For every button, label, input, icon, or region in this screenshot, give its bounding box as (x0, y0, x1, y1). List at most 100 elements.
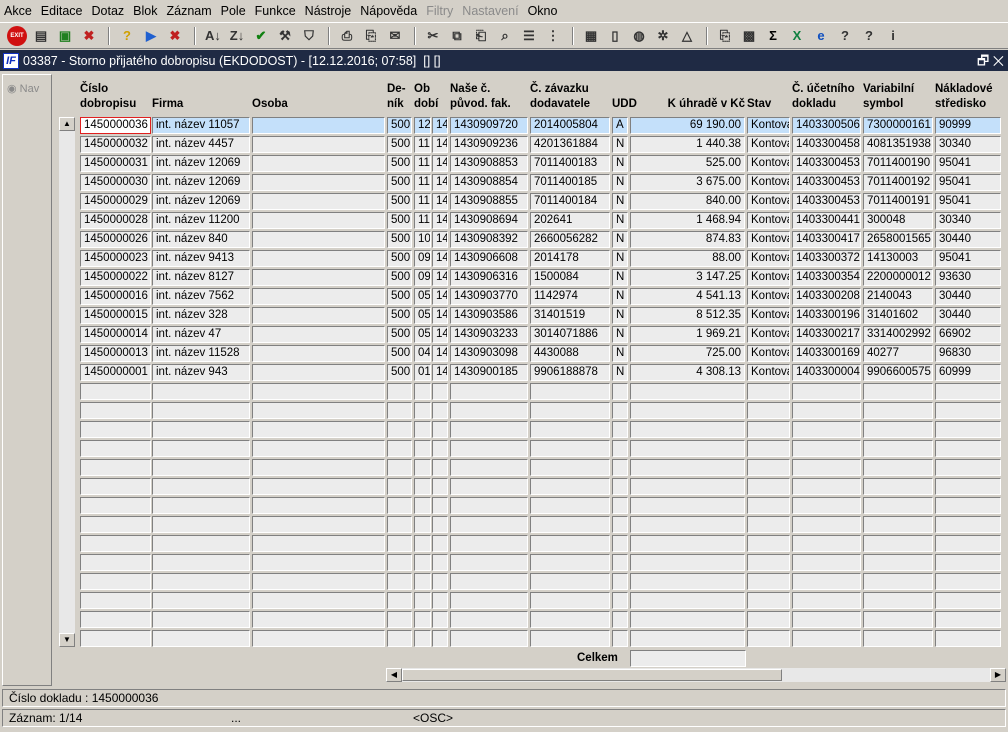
cell-11[interactable] (792, 440, 861, 457)
attach-icon[interactable]: ⎘ (714, 25, 736, 47)
cell-8[interactable]: N (612, 193, 628, 210)
cell-11[interactable] (792, 611, 861, 628)
cell-11[interactable]: 1403300004 (792, 364, 861, 381)
cell-13[interactable] (935, 478, 1001, 495)
cell-3[interactable]: 500 (387, 155, 412, 172)
cell-3[interactable]: 500 (387, 136, 412, 153)
cell-7[interactable] (530, 611, 610, 628)
horizontal-scrollbar[interactable]: ◀ ▶ (386, 668, 1006, 682)
copy-icon[interactable]: ⧉ (446, 25, 468, 47)
cell-4[interactable] (414, 573, 431, 590)
scroll-down-icon[interactable]: ▼ (59, 633, 75, 647)
cell-2[interactable] (252, 345, 385, 362)
cell-12[interactable]: 7011400191 (863, 193, 933, 210)
cell-11[interactable] (792, 516, 861, 533)
cell-3[interactable]: 500 (387, 326, 412, 343)
cell-11[interactable]: 1403300441 (792, 212, 861, 229)
cell-10[interactable] (747, 497, 790, 514)
list-icon[interactable]: ☰ (518, 25, 540, 47)
cell-9[interactable] (630, 535, 745, 552)
cell-9[interactable]: 4 308.13 (630, 364, 745, 381)
window-controls[interactable]: 🗗 ✕ (977, 52, 1004, 74)
cell-5[interactable]: 14 (432, 136, 448, 153)
settings-icon[interactable]: ✲ (652, 25, 674, 47)
cell-9[interactable]: 725.00 (630, 345, 745, 362)
cell-4[interactable]: 04 (414, 345, 431, 362)
cell-4[interactable]: 11 (414, 174, 431, 191)
cell-8[interactable]: N (612, 288, 628, 305)
cell-4[interactable]: 10 (414, 231, 431, 248)
cell-13[interactable] (935, 516, 1001, 533)
warning-icon[interactable]: △ (676, 25, 698, 47)
cell-0[interactable] (80, 516, 151, 533)
cell-5[interactable] (432, 402, 448, 419)
cell-13[interactable]: 60999 (935, 364, 1001, 381)
cell-13[interactable]: 95041 (935, 174, 1001, 191)
cell-2[interactable] (252, 630, 385, 647)
cell-5[interactable]: 14 (432, 193, 448, 210)
cell-13[interactable] (935, 611, 1001, 628)
cell-8[interactable] (612, 497, 628, 514)
cell-5[interactable]: 14 (432, 231, 448, 248)
cell-6[interactable]: 1430908853 (450, 155, 528, 172)
cell-6[interactable]: 1430903098 (450, 345, 528, 362)
cell-1[interactable]: int. název 4457 (152, 136, 250, 153)
cell-1[interactable] (152, 516, 250, 533)
cell-8[interactable]: N (612, 326, 628, 343)
cell-9[interactable]: 4 541.13 (630, 288, 745, 305)
cell-2[interactable] (252, 307, 385, 324)
cell-6[interactable] (450, 516, 528, 533)
cell-0[interactable] (80, 573, 151, 590)
cell-9[interactable] (630, 440, 745, 457)
cell-1[interactable] (152, 611, 250, 628)
cell-6[interactable] (450, 554, 528, 571)
menu-3[interactable]: Blok (133, 4, 157, 18)
cell-0[interactable]: 1450000022 (80, 269, 151, 286)
cell-12[interactable] (863, 592, 933, 609)
cell-10[interactable]: Kontová (747, 269, 790, 286)
cell-0[interactable] (80, 611, 151, 628)
menu-8[interactable]: Nápověda (360, 4, 417, 18)
help2-icon[interactable]: ? (858, 25, 880, 47)
tools-icon[interactable]: ⚒ (274, 25, 296, 47)
cell-3[interactable]: 500 (387, 231, 412, 248)
cell-12[interactable]: 7011400192 (863, 174, 933, 191)
cell-9[interactable] (630, 573, 745, 590)
cell-10[interactable] (747, 383, 790, 400)
cell-9[interactable] (630, 478, 745, 495)
cell-3[interactable] (387, 402, 412, 419)
cell-1[interactable] (152, 535, 250, 552)
cell-11[interactable] (792, 478, 861, 495)
cell-2[interactable] (252, 535, 385, 552)
cell-13[interactable] (935, 497, 1001, 514)
cell-4[interactable] (414, 402, 431, 419)
cell-4[interactable] (414, 535, 431, 552)
cell-12[interactable] (863, 478, 933, 495)
cell-9[interactable]: 3 147.25 (630, 269, 745, 286)
cell-5[interactable] (432, 440, 448, 457)
cell-2[interactable] (252, 174, 385, 191)
cell-11[interactable]: 1403300458 (792, 136, 861, 153)
cell-10[interactable] (747, 611, 790, 628)
cell-3[interactable] (387, 573, 412, 590)
cell-3[interactable]: 500 (387, 250, 412, 267)
cell-6[interactable]: 1430903586 (450, 307, 528, 324)
cell-3[interactable] (387, 554, 412, 571)
cell-7[interactable] (530, 383, 610, 400)
cell-13[interactable]: 30340 (935, 136, 1001, 153)
cell-4[interactable]: 11 (414, 212, 431, 229)
cell-10[interactable]: Kontová (747, 307, 790, 324)
insert-record-icon[interactable]: ▤ (30, 25, 52, 47)
cell-3[interactable] (387, 592, 412, 609)
cell-4[interactable]: 05 (414, 288, 431, 305)
cell-13[interactable]: 30440 (935, 231, 1001, 248)
cell-4[interactable]: 12 (414, 117, 431, 134)
cell-6[interactable]: 1430906316 (450, 269, 528, 286)
cell-5[interactable] (432, 630, 448, 647)
cell-6[interactable] (450, 440, 528, 457)
cell-10[interactable] (747, 535, 790, 552)
cell-5[interactable]: 14 (432, 155, 448, 172)
cell-12[interactable]: 40277 (863, 345, 933, 362)
cell-10[interactable] (747, 440, 790, 457)
cell-1[interactable] (152, 554, 250, 571)
